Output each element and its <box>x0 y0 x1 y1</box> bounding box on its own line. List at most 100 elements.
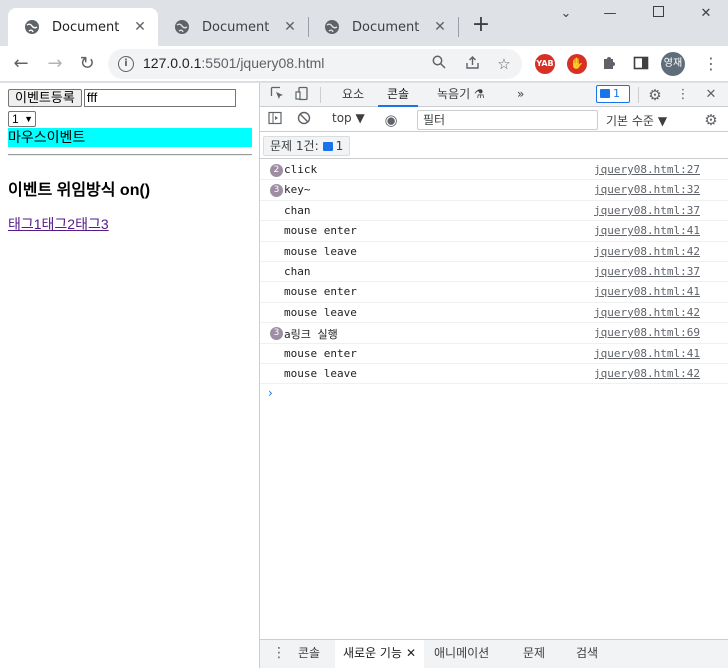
message-text: click <box>284 163 318 176</box>
drawer-tab-console[interactable]: 콘솔 <box>290 640 328 668</box>
message-text: a링크 실행 <box>284 328 338 342</box>
repeat-count-badge: 2 <box>270 164 283 177</box>
tab-close-icon[interactable]: ✕ <box>432 19 448 35</box>
site-info-icon[interactable]: i <box>118 56 134 72</box>
issues-badge-count: 1 <box>613 87 620 100</box>
back-arrow-icon[interactable]: ← <box>8 51 34 77</box>
device-toggle-icon[interactable] <box>293 86 311 104</box>
yab-extension-icon[interactable]: YAB <box>535 54 555 74</box>
chrome-menu-icon[interactable]: ⋮ <box>702 55 720 73</box>
new-tab-plus-icon[interactable]: + <box>470 14 492 37</box>
tab-elements[interactable]: 요소 <box>333 83 373 107</box>
sidebar-toggle-icon[interactable] <box>266 111 284 129</box>
profile-avatar[interactable]: 영재 <box>661 52 685 76</box>
drawer-tab-issues[interactable]: 문제 <box>515 640 553 668</box>
share-icon[interactable] <box>463 55 481 73</box>
url-text[interactable]: 127.0.0.1:5501/jquery08.html <box>143 55 324 71</box>
url-path: :5501/jquery08.html <box>201 55 325 71</box>
horizontal-rule <box>8 154 252 156</box>
context-select[interactable]: top ▼ <box>332 111 365 125</box>
globe-icon <box>25 20 39 34</box>
devtools-tabbar: 요소 콘솔 녹음기 ⚗ » 1 ⚙ ⋮ ✕ <box>260 83 728 107</box>
log-level-value: 기본 수준 <box>606 114 654 128</box>
extensions-puzzle-icon[interactable] <box>600 55 618 73</box>
bookmark-star-icon[interactable]: ☆ <box>495 55 513 73</box>
more-tabs-chevron-icon[interactable]: » <box>508 83 533 107</box>
source-link[interactable]: jquery08.html:32 <box>594 183 700 196</box>
globe-icon <box>325 20 339 34</box>
register-event-button[interactable]: 이벤트등록 <box>8 89 82 107</box>
tab-recorder[interactable]: 녹음기 ⚗ <box>428 83 494 107</box>
adblock-hand-icon[interactable]: ✋ <box>567 54 587 74</box>
drawer-tab-animations[interactable]: 애니메이션 <box>426 640 497 668</box>
issues-badge[interactable]: 1 <box>596 85 630 103</box>
source-link[interactable]: jquery08.html:37 <box>594 265 700 278</box>
context-value: top <box>332 111 352 125</box>
zoom-icon[interactable] <box>430 55 448 73</box>
maximize-icon[interactable] <box>646 6 670 24</box>
tab-title: Document <box>352 19 420 35</box>
source-link[interactable]: jquery08.html:41 <box>594 224 700 237</box>
browser-tab-2[interactable]: Document ✕ <box>158 8 308 46</box>
clear-console-icon[interactable] <box>295 111 313 129</box>
inspect-element-icon[interactable] <box>268 86 286 104</box>
console-prompt-chevron-icon[interactable]: › <box>268 386 273 400</box>
tag-links: 태그1태그2태그3 <box>8 214 109 234</box>
page-viewport: 이벤트등록 fff 1 ▼ 마우스이벤트 이벤트 위임방식 on() 태그1태그… <box>0 83 259 668</box>
side-panel-icon[interactable] <box>632 55 650 73</box>
reload-icon[interactable]: ↻ <box>74 51 100 77</box>
console-message: chan jquery08.html:37 <box>260 262 728 283</box>
address-bar[interactable]: i 127.0.0.1:5501/jquery08.html ☆ <box>108 49 522 79</box>
drawer-menu-icon[interactable]: ⋮ <box>272 645 286 661</box>
text-input[interactable]: fff <box>83 89 236 107</box>
tag-link-2[interactable]: 태그2 <box>42 216 76 232</box>
message-text: mouse enter <box>284 346 357 360</box>
console-filterbar: top ▼ ◉ 필터 기본 수준 ▼ ⚙ <box>260 108 728 132</box>
number-select[interactable]: 1 ▼ <box>8 111 36 127</box>
repeat-count-badge: 3 <box>270 327 283 341</box>
source-link[interactable]: jquery08.html:41 <box>594 347 700 360</box>
close-devtools-icon[interactable]: ✕ <box>702 86 720 104</box>
devtools-drawer: ⋮ 콘솔 새로운 기능 ✕ 애니메이션 문제 검색 <box>260 639 728 668</box>
mouse-event-box[interactable]: 마우스이벤트 <box>8 128 252 147</box>
controls-row: 이벤트등록 fff <box>8 89 236 107</box>
tab-console[interactable]: 콘솔 <box>378 83 419 107</box>
browser-tab-1[interactable]: Document ✕ <box>8 8 158 46</box>
tab-recorder-label: 녹음기 <box>437 87 471 101</box>
tag-link-1[interactable]: 태그1 <box>8 216 42 232</box>
console-settings-gear-icon[interactable]: ⚙ <box>702 111 720 129</box>
drawer-tab-search[interactable]: 검색 <box>568 640 606 668</box>
source-link[interactable]: jquery08.html:42 <box>594 306 700 319</box>
issues-button[interactable]: 문제 1건: 1 <box>263 136 351 156</box>
drawer-tab-whats-new[interactable]: 새로운 기능 ✕ <box>335 640 425 668</box>
source-link[interactable]: jquery08.html:37 <box>594 204 700 217</box>
tab-search-chevron-icon[interactable]: ⌄ <box>554 6 578 24</box>
minimize-icon[interactable]: — <box>598 6 622 24</box>
window-close-icon[interactable]: ✕ <box>694 6 718 24</box>
tab-close-icon[interactable]: ✕ <box>282 19 298 35</box>
console-message: 2 click jquery08.html:27 <box>260 160 728 181</box>
tab-close-icon[interactable]: ✕ <box>132 19 148 35</box>
log-level-select[interactable]: 기본 수준 ▼ <box>606 112 667 129</box>
source-link[interactable]: jquery08.html:42 <box>594 245 700 258</box>
source-link[interactable]: jquery08.html:41 <box>594 285 700 298</box>
tag-link-3[interactable]: 태그3 <box>75 216 109 232</box>
source-link[interactable]: jquery08.html:69 <box>594 326 700 339</box>
console-message: mouse enter jquery08.html:41 <box>260 344 728 364</box>
console-filter-input[interactable]: 필터 <box>417 110 598 130</box>
tab-title: Document <box>52 19 120 35</box>
select-caret-icon: ▼ <box>24 114 33 124</box>
console-message: mouse leave jquery08.html:42 <box>260 364 728 385</box>
dropdown-caret-icon: ▼ <box>657 114 668 128</box>
source-link[interactable]: jquery08.html:27 <box>594 163 700 176</box>
title-bar: Document ✕ Document ✕ Document ✕ + ⌄ — ✕ <box>0 0 728 46</box>
eye-icon[interactable]: ◉ <box>382 111 400 129</box>
browser-tab-3[interactable]: Document ✕ <box>308 8 458 46</box>
tabbar-separator <box>638 87 639 103</box>
forward-arrow-icon[interactable]: → <box>42 51 68 77</box>
source-link[interactable]: jquery08.html:42 <box>594 367 700 380</box>
kebab-menu-icon[interactable]: ⋮ <box>674 86 692 104</box>
message-text: mouse enter <box>284 224 357 238</box>
drawer-tab-close-icon[interactable]: ✕ <box>406 646 416 660</box>
settings-gear-icon[interactable]: ⚙ <box>646 86 664 104</box>
